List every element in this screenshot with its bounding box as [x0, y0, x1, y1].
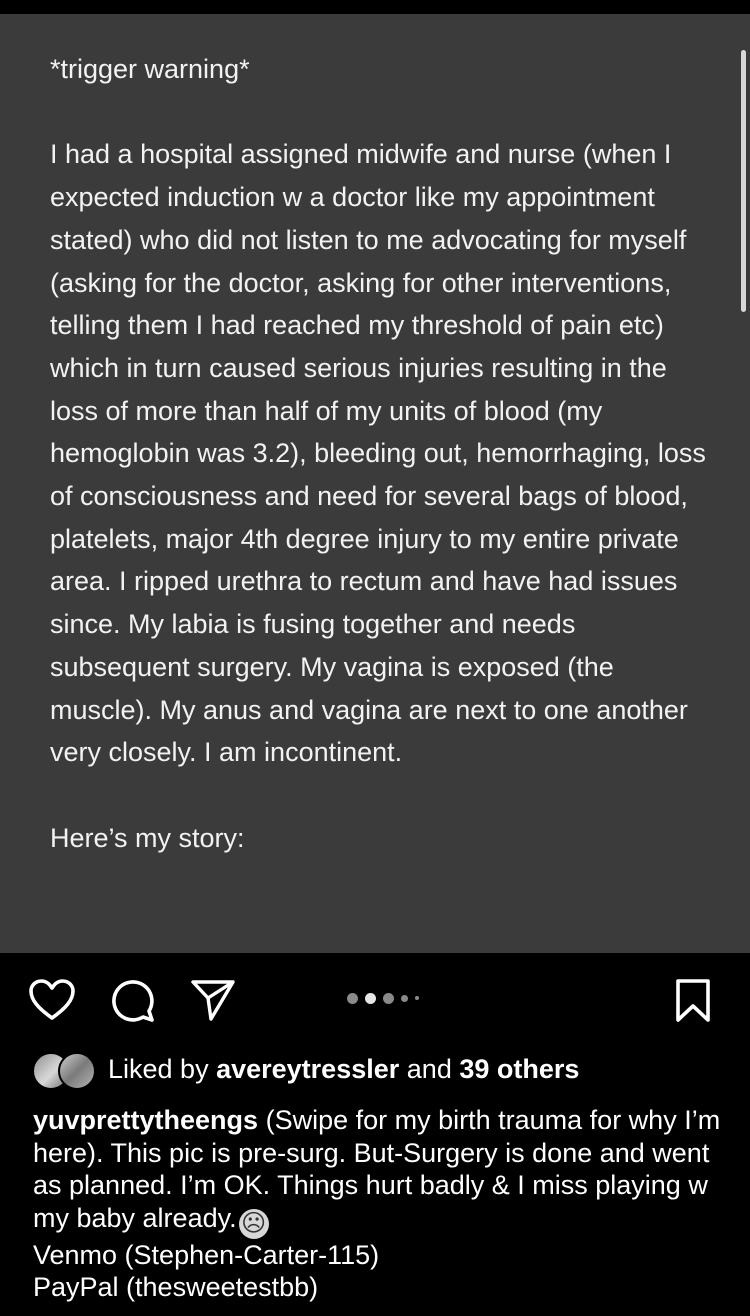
caption-username[interactable]: yuvprettytheengs: [33, 1105, 258, 1135]
comment-icon[interactable]: [110, 978, 156, 1024]
carousel-dot: [347, 992, 358, 1004]
likes-summary[interactable]: Liked by avereytressler and 39 others: [32, 1050, 579, 1090]
carousel-dot: [415, 996, 419, 1000]
post-action-bar: [0, 972, 750, 1028]
carousel-dot: [383, 992, 394, 1004]
sad-face-emoji: ☹: [238, 1208, 269, 1239]
likes-prefix: Liked by: [108, 1053, 209, 1084]
carousel-indicator: [347, 992, 419, 1004]
likes-others-link[interactable]: 39 others: [459, 1054, 579, 1085]
bookmark-icon[interactable]: [672, 978, 714, 1024]
status-bar-strip: [0, 0, 750, 14]
liker-username[interactable]: avereytressler: [216, 1054, 399, 1085]
likes-conjunction: and: [406, 1053, 452, 1084]
liker-avatars: [32, 1050, 96, 1090]
caption-paypal: PayPal (thesweetestbb): [33, 1272, 319, 1302]
caption-body: yuvprettytheengs (Swipe for my birth tra…: [33, 1104, 723, 1239]
post-image-text: *trigger warning* I had a hospital assig…: [50, 54, 706, 853]
carousel-dot-active: [365, 992, 376, 1004]
avatar: [58, 1052, 96, 1090]
post-caption: yuvprettytheengs (Swipe for my birth tra…: [33, 1104, 723, 1304]
post-image[interactable]: *trigger warning* I had a hospital assig…: [0, 14, 750, 953]
carousel-dot: [401, 994, 408, 1002]
heart-icon[interactable]: [28, 978, 76, 1022]
paper-plane-icon[interactable]: [190, 978, 236, 1022]
caption-venmo: Venmo (Stephen-Carter-115): [33, 1239, 380, 1270]
scrollbar[interactable]: [741, 50, 746, 312]
